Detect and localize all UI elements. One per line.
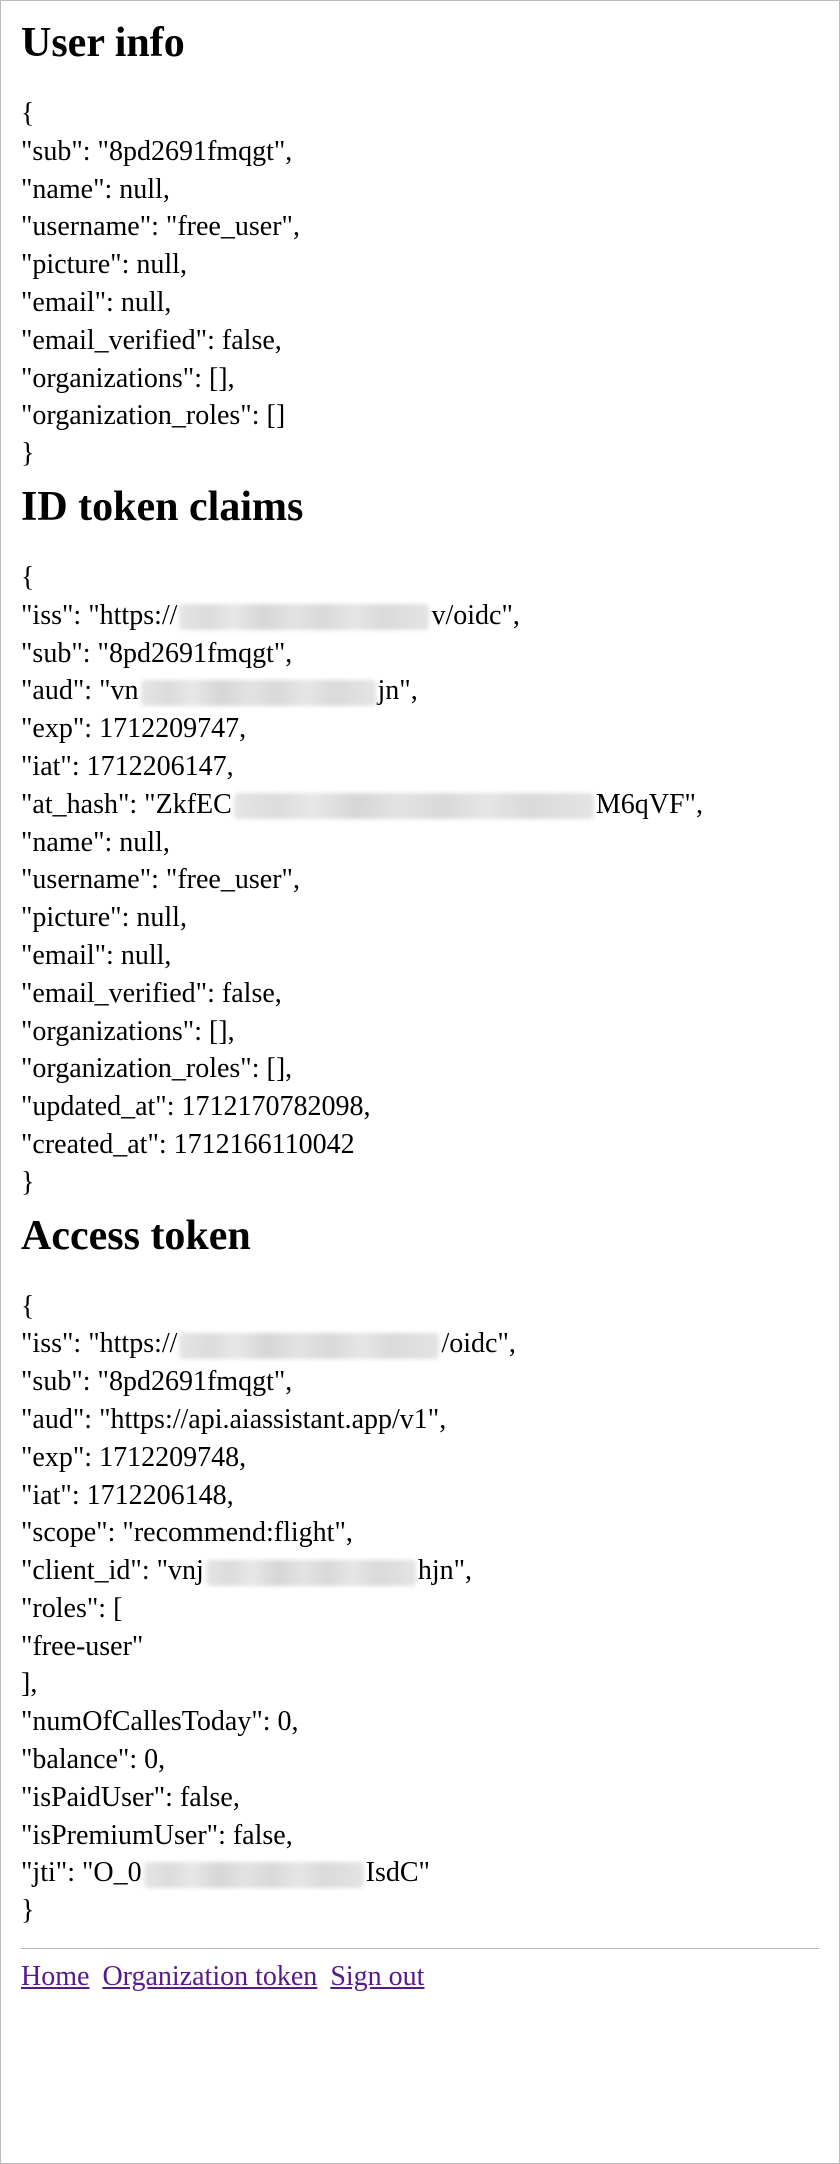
id-iss-suffix: v/oidc [431,600,501,631]
id-exp: 1712209747 [99,713,239,744]
user-sub: 8pd2691fmqgt [109,136,274,167]
at-iat: 1712206148 [87,1480,227,1511]
at-aud: https://api.aiassistant.app/v1 [111,1404,428,1435]
at-numcalls: 0 [278,1706,292,1737]
user-email-verified: false [222,325,275,356]
id-token-heading: ID token claims [21,483,819,531]
id-aud-prefix: vn [111,675,139,706]
home-link[interactable]: Home [21,1961,89,1992]
at-exp: 1712209748 [99,1442,239,1473]
id-name: null [119,827,163,858]
redacted-region [141,680,376,706]
footer-nav: Home Organization token Sign out [21,1961,819,1993]
at-ispaid: false [180,1782,233,1813]
user-info-json: { "sub": "8pd2691fmqgt", "name": null, "… [21,95,819,473]
id-updated-at: 1712170782098 [181,1091,363,1122]
user-email: null [121,287,165,318]
user-username: free_user [177,211,281,242]
organization-token-link[interactable]: Organization token [102,1961,317,1992]
at-scope: recommend:flight [134,1517,335,1548]
redacted-region [234,793,594,819]
at-jti-prefix: O_0 [93,1857,141,1888]
user-info-heading: User info [21,19,819,67]
redacted-region [179,1333,439,1359]
id-username: free_user [177,864,281,895]
user-organizations: [] [209,363,228,394]
at-ispremium: false [233,1820,286,1851]
at-role-item: free-user [32,1631,131,1662]
at-clientid-suffix: hjn [418,1555,454,1586]
at-iss-suffix: /oidc [441,1328,497,1359]
access-token-json: { "iss": "https:///oidc", "sub": "8pd269… [21,1288,819,1931]
redacted-region [144,1862,364,1888]
access-token-heading: Access token [21,1212,819,1260]
redacted-region [179,604,429,630]
at-jti-suffix: IsdC [366,1857,419,1888]
user-organization-roles: [] [267,400,286,431]
id-athash-prefix: ZkfEC [156,789,232,820]
at-iss-prefix: https:// [100,1328,178,1359]
id-email-verified: false [222,978,275,1009]
user-picture: null [136,249,180,280]
id-organization-roles: [] [267,1053,286,1084]
id-created-at: 1712166110042 [174,1129,355,1160]
redacted-region [206,1560,416,1586]
id-sub: 8pd2691fmqgt [109,638,274,669]
at-sub: 8pd2691fmqgt [109,1366,274,1397]
sign-out-link[interactable]: Sign out [330,1961,424,1992]
id-picture: null [136,902,180,933]
id-aud-suffix: jn [378,675,400,706]
at-balance: 0 [144,1744,158,1775]
id-email: null [121,940,165,971]
id-iss-prefix: https:// [100,600,178,631]
id-athash-suffix: M6qVF [596,789,685,820]
id-organizations: [] [209,1016,228,1047]
divider [21,1948,819,1949]
user-name: null [119,174,163,205]
id-iat: 1712206147 [87,751,227,782]
at-clientid-prefix: vnj [168,1555,204,1586]
id-token-json: { "iss": "https://v/oidc", "sub": "8pd26… [21,559,819,1202]
